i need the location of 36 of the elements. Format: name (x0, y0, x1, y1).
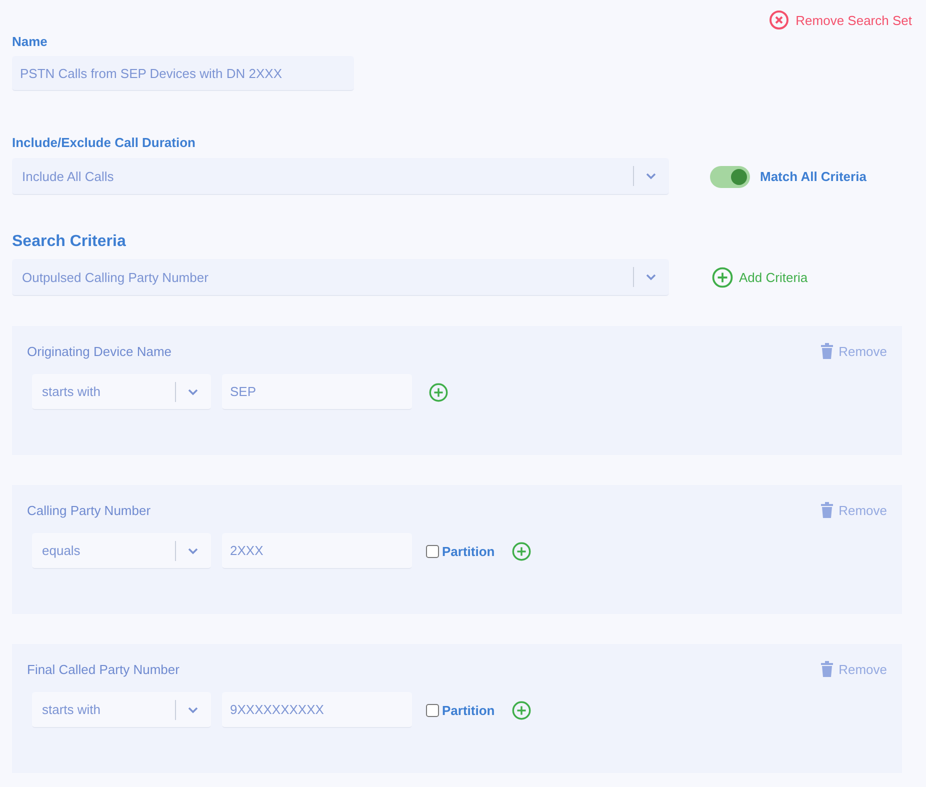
trash-icon (820, 661, 833, 677)
duration-dropdown[interactable]: Include All Calls (12, 158, 669, 195)
toggle-label: Match All Criteria (760, 169, 866, 184)
criteria-title: Originating Device Name (27, 344, 172, 358)
plus-circle-icon[interactable] (512, 700, 531, 720)
field-label: Name (12, 34, 48, 49)
operator-dropdown[interactable]: equals (32, 533, 211, 569)
close-icon (768, 10, 789, 30)
chevron-down-icon (187, 706, 199, 714)
checkbox-label: Partition (442, 544, 495, 558)
partition-checkbox[interactable] (426, 544, 439, 558)
section-title: Search Criteria (12, 233, 127, 251)
operator-dropdown[interactable]: starts with (32, 692, 211, 728)
chevron-down-icon (187, 388, 199, 396)
field-label: Include/Exclude Call Duration (12, 135, 196, 150)
name-field[interactable]: PSTN Calls from SEP Devices with DN 2XXX (12, 56, 354, 91)
value-field[interactable]: SEP (222, 374, 412, 410)
value-field[interactable]: 2XXX (222, 533, 412, 569)
value-field[interactable]: 9XXXXXXXXXX (222, 692, 412, 728)
plus-circle-icon (712, 267, 733, 288)
operator-dropdown[interactable]: starts with (32, 374, 211, 410)
trash-icon (820, 343, 833, 359)
criteria-dropdown[interactable]: Outpulsed Calling Party Number (12, 259, 669, 296)
plus-circle-icon[interactable] (512, 542, 531, 560)
chevron-down-icon (187, 546, 199, 554)
trash-icon (820, 502, 833, 518)
remove-search-set-button[interactable]: Remove Search Set (768, 8, 912, 32)
chevron-down-icon (645, 273, 657, 281)
checkbox-label: Partition (442, 702, 495, 718)
plus-circle-icon[interactable] (429, 382, 448, 402)
match-all-toggle[interactable] (710, 166, 750, 188)
chevron-down-icon (645, 172, 657, 180)
add-criteria-button[interactable]: Add Criteria (712, 267, 808, 288)
criteria-title: Calling Party Number (27, 502, 151, 518)
criteria-title: Final Called Party Number (27, 662, 180, 676)
partition-checkbox[interactable] (426, 704, 439, 716)
